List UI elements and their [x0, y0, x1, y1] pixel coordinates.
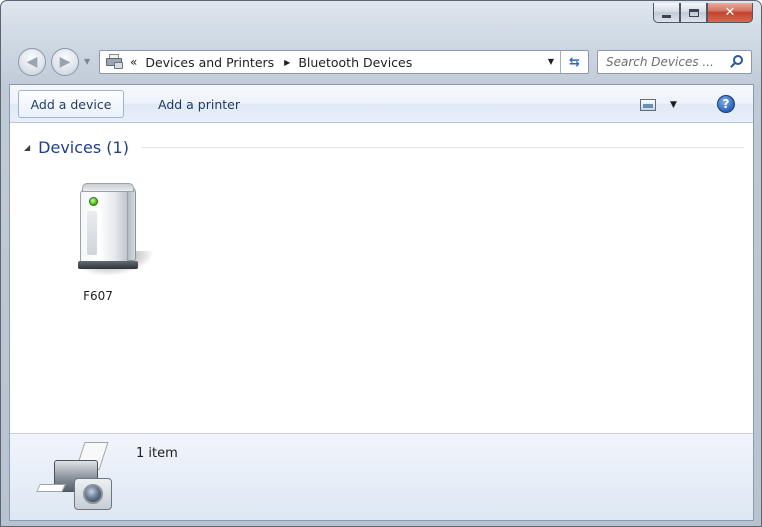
search-icon[interactable]: [730, 55, 744, 69]
minimize-button[interactable]: [653, 3, 680, 23]
devices-and-printers-icon: [36, 442, 116, 514]
view-dropdown-icon[interactable]: ▼: [670, 100, 677, 110]
forward-button[interactable]: ▶: [51, 48, 79, 76]
recent-pages-dropdown[interactable]: ▼: [84, 57, 90, 66]
collapse-triangle-icon[interactable]: ◢: [24, 143, 30, 152]
caption-buttons: ✕: [653, 3, 753, 25]
command-bar: Add a device Add a printer ▼ ?: [10, 85, 753, 123]
devices-printers-icon: [106, 54, 124, 70]
explorer-window: ✕ ◀ ▶ ▼ « Devices and Printers ▶ Bluetoo…: [0, 0, 762, 527]
forward-arrow-icon: ▶: [59, 54, 71, 70]
navigation-bar: ◀ ▶ ▼ « Devices and Printers ▶ Bluetooth…: [1, 47, 761, 79]
breadcrumb-separator-icon[interactable]: ▶: [284, 58, 290, 67]
computer-tower-icon: [64, 181, 155, 277]
view-icon: [640, 99, 656, 111]
content-frame: Add a device Add a printer ▼ ? ◢ Devices…: [9, 84, 754, 521]
device-item[interactable]: F607: [50, 181, 155, 307]
breadcrumb-devices-and-printers[interactable]: Devices and Printers: [145, 55, 274, 70]
back-button[interactable]: ◀: [18, 48, 46, 76]
search-box[interactable]: [597, 50, 752, 74]
maximize-button[interactable]: [680, 3, 707, 23]
devices-group-header[interactable]: ◢ Devices (1): [24, 137, 744, 157]
minimize-icon: [662, 14, 671, 18]
group-title: Devices (1): [38, 137, 129, 157]
change-view-button[interactable]: ▼: [640, 96, 684, 114]
address-dropdown-icon[interactable]: ▼: [548, 57, 554, 66]
details-pane: 1 item: [10, 433, 753, 520]
maximize-icon: [688, 8, 699, 17]
back-arrow-icon: ◀: [26, 54, 38, 70]
group-divider: [140, 146, 744, 148]
breadcrumb-bluetooth-devices[interactable]: Bluetooth Devices: [298, 55, 412, 70]
device-label: F607: [83, 289, 113, 303]
close-icon: ✕: [724, 5, 736, 20]
power-led-icon: [89, 197, 98, 206]
help-icon[interactable]: ?: [717, 95, 735, 113]
add-printer-button[interactable]: Add a printer: [148, 90, 250, 118]
add-device-button[interactable]: Add a device: [18, 90, 124, 118]
close-button[interactable]: ✕: [707, 3, 753, 23]
item-count: 1 item: [136, 446, 178, 461]
address-overflow-chevron[interactable]: «: [130, 55, 137, 69]
search-input[interactable]: [598, 51, 723, 73]
refresh-button[interactable]: ⇆: [560, 51, 588, 73]
address-bar[interactable]: « Devices and Printers ▶ Bluetooth Devic…: [99, 50, 589, 74]
refresh-icon: ⇆: [569, 54, 580, 70]
